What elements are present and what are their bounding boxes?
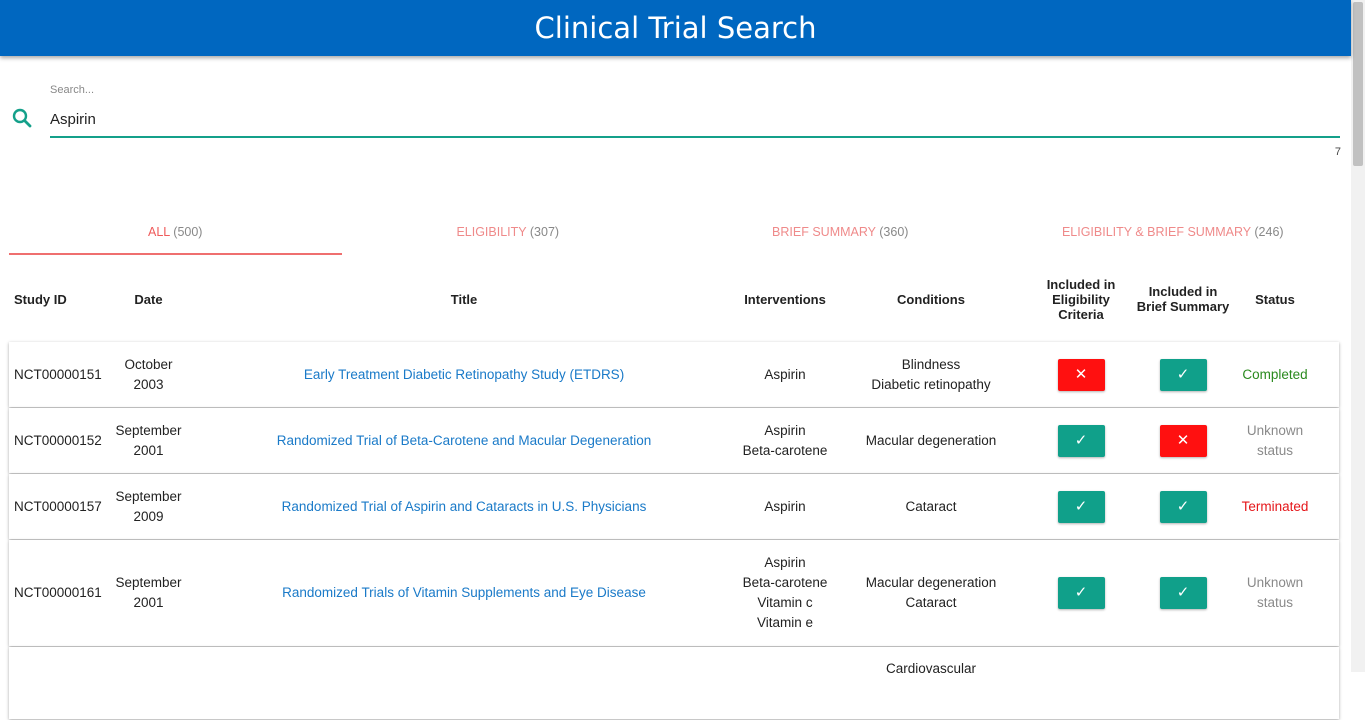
tab-count: (246) <box>1254 225 1284 239</box>
brief-summary-no-badge[interactable]: ✕ <box>1159 424 1207 457</box>
study-id: NCT00000157 <box>14 498 102 514</box>
status-text: Terminated <box>1241 498 1309 514</box>
study-id: NCT00000152 <box>14 432 102 448</box>
tab-label: BRIEF SUMMARY <box>772 225 876 239</box>
intervention: Vitamin e <box>756 615 814 630</box>
intervention: Aspirin <box>764 555 806 570</box>
table-header: Study ID Date Title Interventions Condit… <box>9 262 1339 336</box>
eligibility-yes-badge[interactable]: ✓ <box>1057 424 1105 457</box>
header-interventions[interactable]: Interventions <box>739 292 831 307</box>
header-conditions[interactable]: Conditions <box>831 292 1031 307</box>
tab-label: ELIGIBILITY <box>456 225 527 239</box>
tab-label: ALL <box>148 225 170 239</box>
brief-summary-yes-badge[interactable]: ✓ <box>1159 490 1207 523</box>
page-title: Clinical Trial Search <box>534 11 817 45</box>
conditions-cell: Macular degeneration Cataract <box>831 573 1031 613</box>
tab-label: ELIGIBILITY & BRIEF SUMMARY <box>1061 225 1251 239</box>
study-date: October 2003 <box>124 356 173 392</box>
condition: Macular degeneration <box>865 575 997 590</box>
conditions-cell: Macular degeneration <box>831 431 1031 451</box>
search-label: Search... <box>50 84 95 96</box>
header-date[interactable]: Date <box>108 292 189 307</box>
result-tabs: ALL (500) ELIGIBILITY (307) BRIEF SUMMAR… <box>9 210 1339 255</box>
table-row: Cardiovascular <box>9 647 1339 719</box>
study-title-link[interactable]: Randomized Trials of Vitamin Supplements… <box>282 585 646 600</box>
intervention: Aspirin <box>764 498 806 514</box>
interventions-cell: Aspirin Beta-carotene Vitamin c Vitamin … <box>739 553 831 633</box>
condition: Cardiovascular <box>885 661 977 676</box>
scrollbar-thumb[interactable] <box>1353 2 1363 166</box>
header-status[interactable]: Status <box>1235 292 1315 307</box>
study-title-link[interactable]: Early Treatment Diabetic Retinopathy Stu… <box>304 367 624 382</box>
tab-count: (360) <box>879 225 909 239</box>
header-eligibility[interactable]: Included in Eligibility Criteria <box>1031 277 1131 322</box>
eligibility-no-badge[interactable]: ✕ <box>1057 358 1105 391</box>
tab-all[interactable]: ALL (500) <box>9 210 342 255</box>
interventions-cell: Aspirin Beta-carotene <box>739 421 831 461</box>
condition: Cataract <box>905 498 957 514</box>
eligibility-yes-badge[interactable]: ✓ <box>1057 577 1105 609</box>
conditions-cell: Cataract <box>831 497 1031 517</box>
results-table-body: NCT00000151 October 2003 Early Treatment… <box>9 342 1339 720</box>
tab-eligibility[interactable]: ELIGIBILITY (307) <box>342 210 675 255</box>
vertical-scrollbar[interactable] <box>1351 0 1365 672</box>
conditions-cell: Cardiovascular <box>831 659 1031 679</box>
brief-summary-yes-badge[interactable]: ✓ <box>1159 358 1207 391</box>
tab-eligibility-and-brief-summary[interactable]: ELIGIBILITY & BRIEF SUMMARY (246) <box>1007 210 1340 255</box>
search-input[interactable] <box>50 102 1340 138</box>
study-date: September 2009 <box>115 488 182 524</box>
intervention: Beta-carotene <box>742 575 828 590</box>
intervention: Aspirin <box>764 366 806 382</box>
interventions-cell: Aspirin <box>739 497 831 517</box>
tab-count: (500) <box>173 225 203 239</box>
brief-summary-yes-badge[interactable]: ✓ <box>1159 577 1207 609</box>
condition: Blindness <box>901 356 961 372</box>
study-title-link[interactable]: Randomized Trial of Beta-Carotene and Ma… <box>277 433 651 448</box>
table-row: NCT00000157 September 2009 Randomized Tr… <box>9 474 1339 539</box>
intervention: Beta-carotene <box>742 442 828 458</box>
eligibility-yes-badge[interactable]: ✓ <box>1057 490 1105 523</box>
study-title-link[interactable]: Randomized Trial of Aspirin and Cataract… <box>282 499 647 514</box>
tab-count: (307) <box>529 225 560 239</box>
study-date: September 2001 <box>115 575 182 610</box>
table-row: NCT00000161 September 2001 Randomized Tr… <box>9 540 1339 646</box>
status-text: Unknown status <box>1246 575 1304 610</box>
intervention: Aspirin <box>764 422 806 438</box>
status-text: Unknown status <box>1246 422 1304 458</box>
study-date: September 2001 <box>115 422 182 458</box>
header-title[interactable]: Title <box>189 292 739 307</box>
table-row: NCT00000152 September 2001 Randomized Tr… <box>9 408 1339 473</box>
interventions-cell: Aspirin <box>739 365 831 385</box>
conditions-cell: Blindness Diabetic retinopathy <box>831 355 1031 395</box>
intervention: Vitamin c <box>757 595 813 610</box>
study-id: NCT00000151 <box>14 366 102 382</box>
search-section: Search... 7 <box>0 80 1351 160</box>
condition: Cataract <box>905 595 957 610</box>
header-study-id[interactable]: Study ID <box>9 292 108 307</box>
status-text: Completed <box>1242 366 1308 382</box>
study-id: NCT00000161 <box>14 585 102 600</box>
search-icon <box>12 108 32 128</box>
app-header: Clinical Trial Search <box>0 0 1351 56</box>
condition: Diabetic retinopathy <box>871 376 991 392</box>
search-char-count: 7 <box>1334 146 1341 158</box>
table-row: NCT00000151 October 2003 Early Treatment… <box>9 342 1339 407</box>
condition: Macular degeneration <box>865 432 997 448</box>
header-brief-summary[interactable]: Included in Brief Summary <box>1131 284 1235 314</box>
tab-brief-summary[interactable]: BRIEF SUMMARY (360) <box>674 210 1007 255</box>
